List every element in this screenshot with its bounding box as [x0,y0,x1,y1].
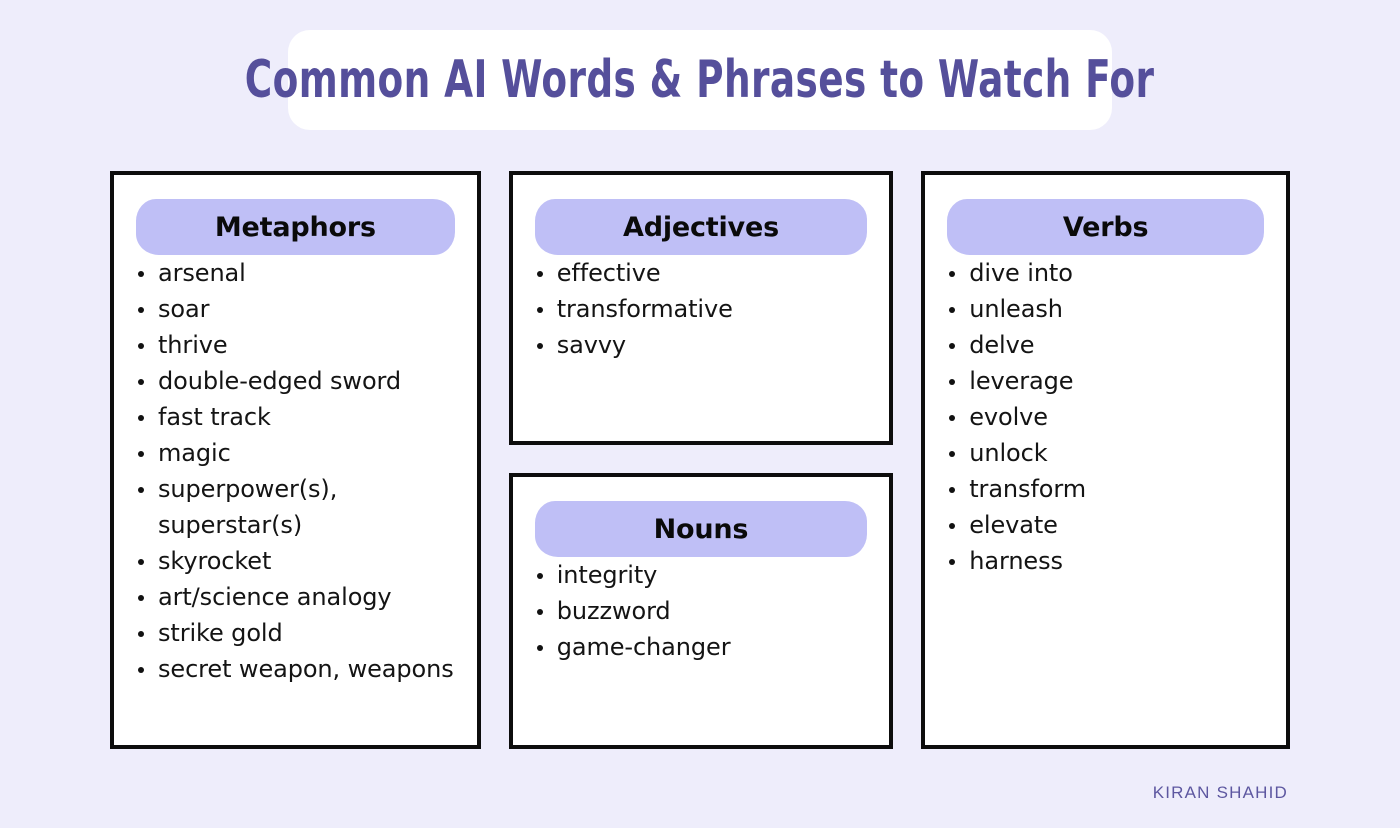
card-heading-label: Verbs [1062,211,1149,243]
list-item: game-changer [531,629,872,665]
list-item: soar [132,291,459,327]
list-item: arsenal [132,255,459,291]
list-item: superpower(s), superstar(s) [132,471,459,543]
list-item: secret weapon, weapons [132,651,459,687]
list-item: effective [531,255,872,291]
card-metaphors: Metaphors arsenal soar thrive double-edg… [110,171,481,749]
column-metaphors: Metaphors arsenal soar thrive double-edg… [110,171,481,749]
list-item: transformative [531,291,872,327]
list-item: transform [943,471,1268,507]
card-heading-label: Adjectives [623,211,779,243]
title-banner: Common AI Words & Phrases to Watch For [245,30,1154,130]
list-item: magic [132,435,459,471]
list-adjectives: effective transformative savvy [531,255,872,363]
card-adjectives: Adjectives effective transformative savv… [508,171,894,445]
list-item: delve [943,327,1268,363]
card-heading-label: Metaphors [214,211,376,243]
card-verbs: Verbs dive into unleash delve leverage e… [921,171,1290,749]
list-item: double-edged sword [132,363,459,399]
list-item: thrive [132,327,459,363]
list-item: harness [943,543,1268,579]
column-verbs: Verbs dive into unleash delve leverage e… [921,171,1290,749]
list-item: skyrocket [132,543,459,579]
author-credit: KIRAN SHAHID [1152,783,1288,802]
card-header-metaphors: Metaphors [136,199,455,255]
card-header-adjectives: Adjectives [534,199,868,255]
list-item: art/science analogy [132,579,459,615]
list-item: evolve [943,399,1268,435]
list-item: fast track [132,399,459,435]
list-item: dive into [943,255,1268,291]
list-metaphors: arsenal soar thrive double-edged sword f… [132,255,459,687]
card-nouns: Nouns integrity buzzword game-changer [508,473,894,749]
column-adjectives-nouns: Adjectives effective transformative savv… [508,171,894,749]
card-header-verbs: Verbs [947,199,1264,255]
list-item: buzzword [531,593,872,629]
list-item: strike gold [132,615,459,651]
list-nouns: integrity buzzword game-changer [531,557,872,665]
list-item: unleash [943,291,1268,327]
list-item: elevate [943,507,1268,543]
list-item: integrity [531,557,872,593]
list-item: leverage [943,363,1268,399]
list-item: savvy [531,327,872,363]
card-header-nouns: Nouns [534,501,868,557]
page-title: Common AI Words & Phrases to Watch For [245,50,1155,110]
list-item: unlock [943,435,1268,471]
card-board: Metaphors arsenal soar thrive double-edg… [110,171,1290,749]
list-verbs: dive into unleash delve leverage evolve … [943,255,1268,579]
card-heading-label: Nouns [653,513,749,545]
